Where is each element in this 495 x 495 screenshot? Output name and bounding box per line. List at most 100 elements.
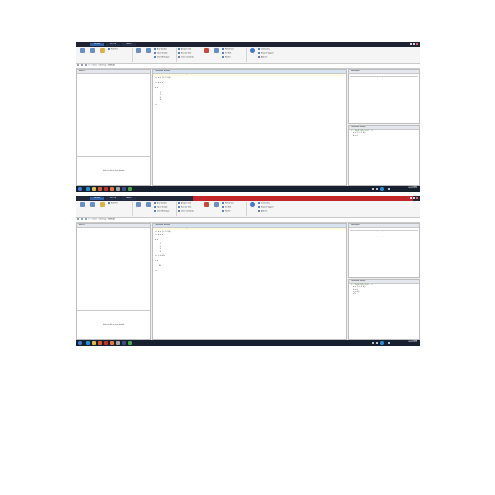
internet-explorer-icon[interactable]	[86, 341, 90, 345]
new-script-button[interactable]: New Script	[78, 202, 87, 214]
tab-apps[interactable]: APPS	[122, 197, 136, 200]
media-player-icon[interactable]	[98, 341, 102, 345]
tab-home[interactable]: HOME	[90, 197, 104, 200]
analyze-code-button[interactable]: Analyze Code	[178, 48, 202, 51]
run-and-time-button[interactable]: Run and Time	[178, 206, 202, 209]
taskbar-clock[interactable]: 10:34 14/05/2015	[408, 340, 417, 344]
folder-up-icon[interactable]	[85, 64, 87, 66]
request-support-button[interactable]: Request Support	[258, 206, 282, 209]
start-button-icon[interactable]	[78, 341, 82, 345]
parallel-button[interactable]: Parallel	[222, 56, 246, 59]
variable-cell[interactable]: 30	[408, 238, 418, 240]
save-workspace-button[interactable]: Save Workspace	[144, 202, 153, 214]
details-divider[interactable]	[77, 156, 150, 157]
tab-plots[interactable]: PLOTS	[106, 43, 120, 46]
network-icon[interactable]	[380, 187, 384, 191]
app-icon[interactable]	[104, 187, 108, 191]
back-arrow-icon[interactable]	[77, 218, 79, 220]
tray-icon[interactable]	[376, 188, 378, 190]
command-output[interactable]: >> a = [1 2 3 4]; >> b = a' b = 1 2 3 4 >>	[153, 76, 346, 109]
volume-icon[interactable]	[388, 188, 390, 190]
community-button[interactable]: Community	[258, 48, 282, 51]
open-variable-button[interactable]: Open Variable	[154, 206, 178, 209]
command-output[interactable]: >> a = [1 2 3 4]; >> b = a' b = 1 2 3 4 >> …	[153, 230, 346, 275]
minimize-button[interactable]	[410, 43, 412, 45]
new-button[interactable]: New	[88, 202, 97, 214]
matlab-icon[interactable]	[110, 341, 114, 345]
close-button[interactable]	[416, 43, 418, 45]
clear-commands-button[interactable]: Clear Commands	[178, 56, 202, 59]
import-data-button[interactable]: Import Data	[134, 48, 143, 60]
maximize-button[interactable]	[413, 197, 415, 199]
analyze-code-button[interactable]: Analyze Code	[178, 202, 202, 205]
history-item[interactable]: b = a'	[351, 136, 417, 138]
find-files-button[interactable]: Find Files	[108, 202, 132, 205]
start-button-icon[interactable]	[78, 187, 82, 191]
app-icon[interactable]	[104, 341, 108, 345]
open-button[interactable]: Open	[98, 48, 107, 60]
history-item[interactable]: a*b	[351, 294, 417, 296]
tray-icon[interactable]	[372, 188, 374, 190]
minimize-button[interactable]	[410, 197, 412, 199]
new-button[interactable]: New	[88, 48, 97, 60]
open-button[interactable]: Open	[98, 202, 107, 214]
simulink-button[interactable]: Simulink	[202, 202, 211, 214]
current-folder-header[interactable]: Name ▴	[77, 70, 150, 74]
variable-name[interactable]: c	[350, 238, 377, 240]
run-and-time-button[interactable]: Run and Time	[178, 52, 202, 55]
app-icon[interactable]	[128, 341, 132, 345]
network-icon[interactable]	[380, 341, 384, 345]
layout-button[interactable]: Layout	[212, 48, 221, 60]
history-list[interactable]: %-- 14/05/2015 10:31 --% a = [1 2 3 4]; b …	[349, 130, 419, 139]
app-icon[interactable]	[122, 341, 126, 345]
variable-cell[interactable]: 1	[398, 79, 408, 81]
variable-name[interactable]: b	[350, 79, 377, 81]
add-ons-button[interactable]: Add-Ons	[258, 210, 282, 213]
clear-commands-button[interactable]: Clear Commands	[178, 210, 202, 213]
close-button[interactable]	[416, 197, 418, 199]
save-workspace-button[interactable]: Save Workspace	[144, 48, 153, 60]
variable-cell[interactable]: [1;2;3;4]	[377, 79, 397, 81]
app-icon[interactable]	[122, 187, 126, 191]
import-data-button[interactable]: Import Data	[134, 202, 143, 214]
history-list[interactable]: %-- 14/05/2015 10:31 --% a = [1 2 3 4]; b …	[349, 284, 419, 297]
layout-button[interactable]: Layout	[212, 202, 221, 214]
help-button[interactable]: Help	[248, 202, 257, 214]
new-variable-button[interactable]: New Variable	[154, 48, 178, 51]
folder-up-icon[interactable]	[85, 218, 87, 220]
set-path-button[interactable]: Set Path	[222, 206, 246, 209]
add-ons-button[interactable]: Add-Ons	[258, 56, 282, 59]
forward-arrow-icon[interactable]	[81, 64, 83, 66]
variable-cell[interactable]: 30	[398, 238, 408, 240]
tray-icon[interactable]	[372, 342, 374, 344]
media-player-icon[interactable]	[98, 187, 102, 191]
internet-explorer-icon[interactable]	[86, 187, 90, 191]
new-variable-button[interactable]: New Variable	[154, 202, 178, 205]
file-explorer-icon[interactable]	[92, 341, 96, 345]
tab-home[interactable]: HOME	[90, 43, 104, 46]
open-variable-button[interactable]: Open Variable	[154, 52, 178, 55]
preferences-button[interactable]: Preferences	[222, 48, 246, 51]
preferences-button[interactable]: Preferences	[222, 202, 246, 205]
variable-cell[interactable]: 30	[377, 238, 397, 240]
clear-workspace-button[interactable]: Clear Workspace	[154, 210, 178, 213]
current-folder-header[interactable]: Name ▴	[77, 224, 150, 228]
simulink-button[interactable]: Simulink	[202, 48, 211, 60]
maximize-button[interactable]	[413, 43, 415, 45]
tab-plots[interactable]: PLOTS	[106, 197, 120, 200]
tray-icon[interactable]	[376, 342, 378, 344]
set-path-button[interactable]: Set Path	[222, 52, 246, 55]
community-button[interactable]: Community	[258, 202, 282, 205]
workspace-table[interactable]: Name ▴ Value Min Max a [1,2,3,4] 1 4 ans 30 30 30 b[…	[349, 228, 419, 240]
help-button[interactable]: Help	[248, 48, 257, 60]
workspace-table[interactable]: Name ▴ Value Min Max a [1,2,3,4] 1 4 b [1;2;3;4] 1…	[349, 74, 419, 82]
command-window-panel[interactable]: Command Window New to MATLAB? See resour…	[152, 223, 347, 340]
clear-workspace-button[interactable]: Clear Workspace	[154, 56, 178, 59]
file-explorer-icon[interactable]	[92, 187, 96, 191]
volume-icon[interactable]	[388, 342, 390, 344]
variable-cell[interactable]: 4	[408, 79, 418, 81]
app-icon[interactable]	[116, 341, 120, 345]
back-arrow-icon[interactable]	[77, 64, 79, 66]
app-icon[interactable]	[128, 187, 132, 191]
command-window-panel[interactable]: Command Window New to MATLAB? See resour…	[152, 69, 347, 186]
